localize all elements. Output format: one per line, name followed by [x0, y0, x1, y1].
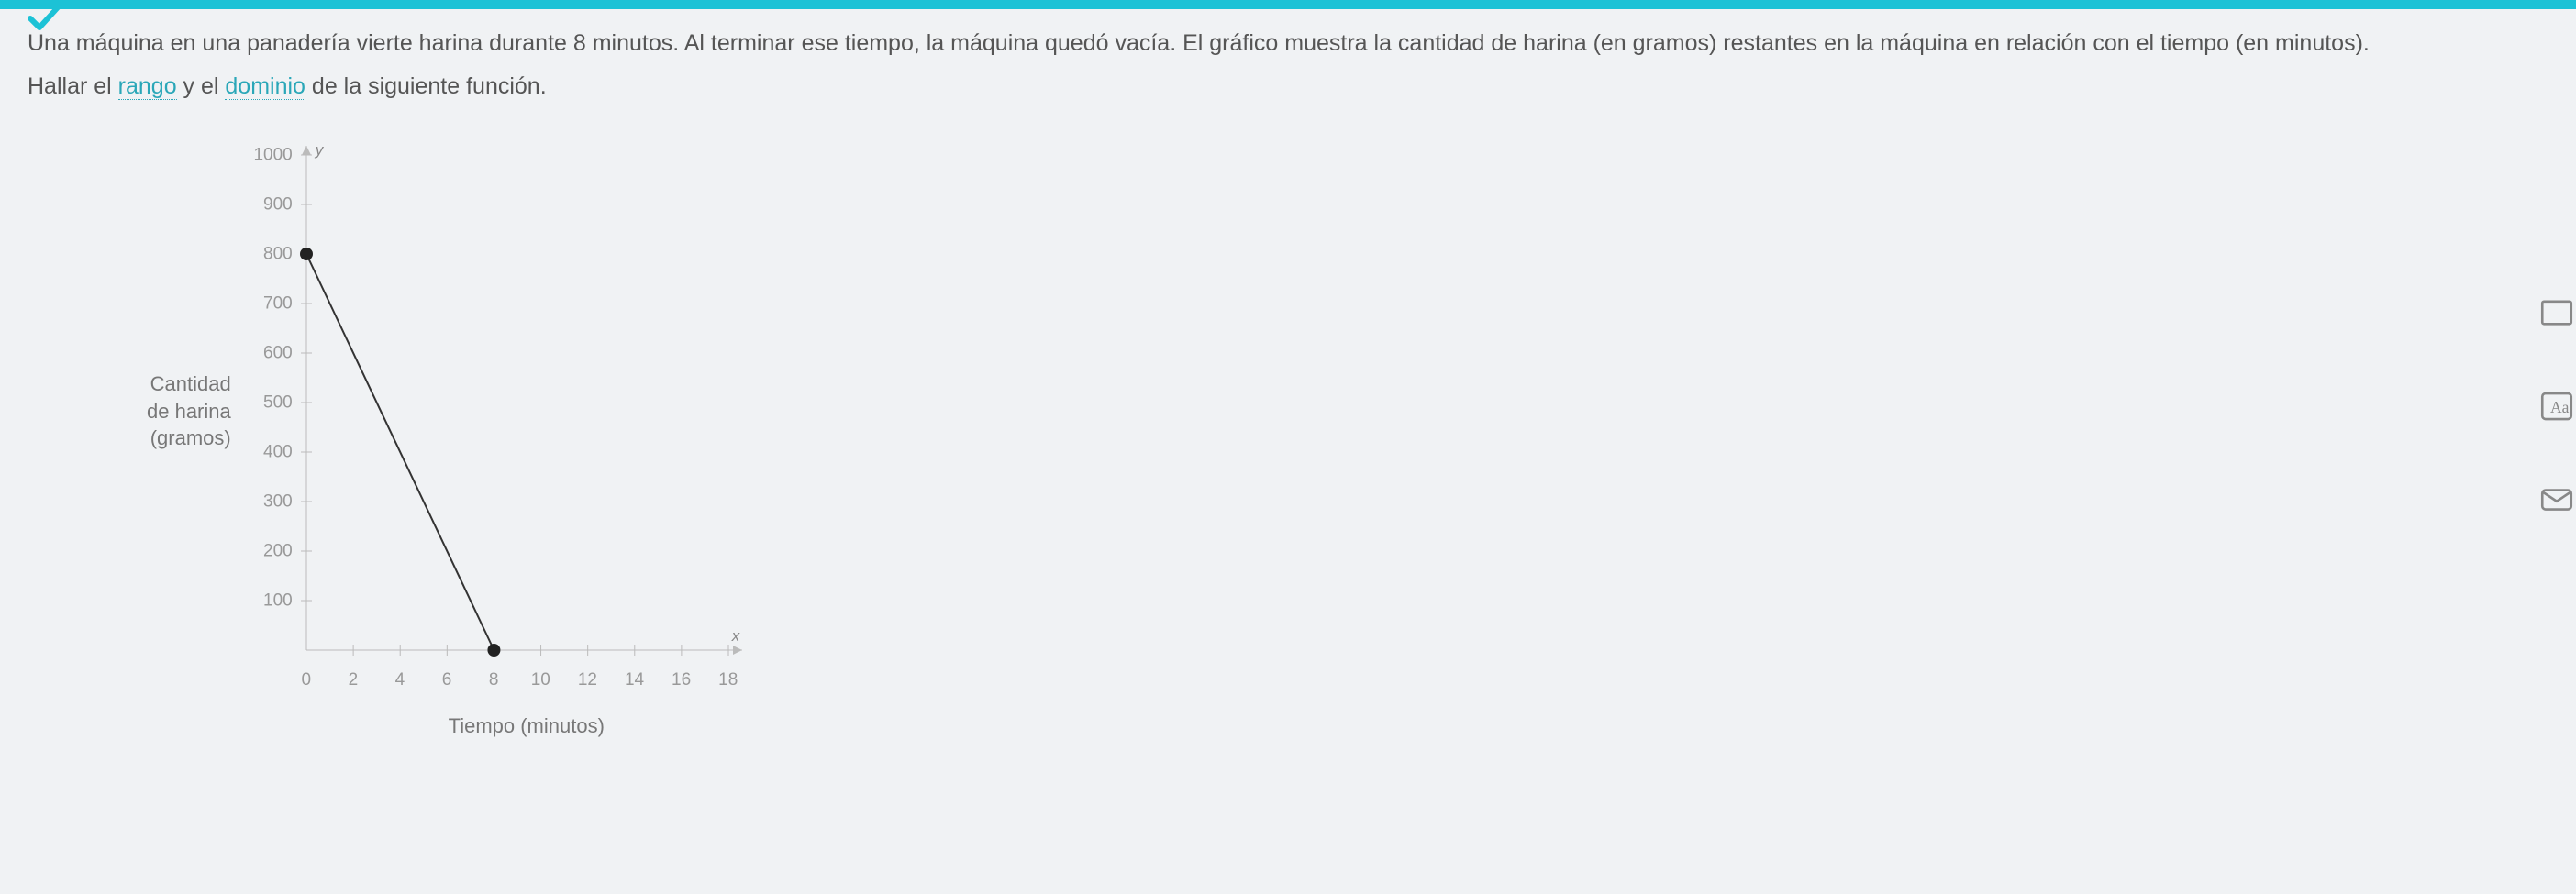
chart-svg: [242, 137, 756, 705]
x-tick-10: 10: [531, 667, 550, 693]
problem-question: Hallar el rango y el dominio de la sigui…: [28, 69, 2539, 105]
side-toolbar: Aa: [2537, 293, 2576, 519]
y-tick-500: 500: [263, 389, 293, 415]
y-axis-label: Cantidad de harina (gramos): [147, 370, 231, 452]
y-tick-100: 100: [263, 587, 293, 613]
x-var-label: x: [732, 624, 740, 648]
y-tick-900: 900: [263, 191, 293, 217]
checkmark-icon: [26, 2, 62, 39]
x-tick-6: 6: [442, 667, 452, 693]
x-tick-16: 16: [672, 667, 691, 693]
ylabel-l3: (gramos): [147, 425, 231, 452]
window-icon[interactable]: [2537, 293, 2576, 332]
link-rango[interactable]: rango: [118, 73, 177, 100]
x-tick-2: 2: [349, 667, 359, 693]
y-tick-200: 200: [263, 537, 293, 564]
ylabel-l2: de harina: [147, 398, 231, 425]
y-tick-800: 800: [263, 240, 293, 267]
x-axis-label: Tiempo (minutos): [297, 711, 756, 742]
problem-content: Una máquina en una panadería vierte hari…: [0, 9, 2576, 742]
mail-icon[interactable]: [2537, 480, 2576, 519]
y-var-label: y: [316, 138, 324, 162]
q-post: de la siguiente función.: [305, 73, 547, 99]
chart-plot-area: 100 200 300 400 500 600 700 800 900 1000 0 2 4 6 8 10 12…: [242, 137, 756, 705]
y-tick-1000: 1000: [253, 141, 292, 168]
q-pre: Hallar el: [28, 73, 118, 99]
ylabel-l1: Cantidad: [147, 370, 231, 398]
x-tick-0: 0: [301, 667, 311, 693]
x-tick-12: 12: [578, 667, 597, 693]
x-tick-4: 4: [395, 667, 405, 693]
font-icon[interactable]: Aa: [2537, 387, 2576, 425]
svg-text:Aa: Aa: [2550, 398, 2570, 416]
x-tick-8: 8: [489, 667, 499, 693]
top-accent-bar: [0, 0, 2576, 9]
problem-statement: Una máquina en una panadería vierte hari…: [28, 26, 2539, 61]
q-mid: y el: [177, 73, 226, 99]
y-tick-600: 600: [263, 339, 293, 366]
link-dominio[interactable]: dominio: [225, 73, 305, 100]
y-tick-700: 700: [263, 290, 293, 316]
chart-container: Cantidad de harina (gramos) 100200300400…: [147, 137, 2539, 742]
x-tick-18: 18: [718, 667, 738, 693]
x-tick-14: 14: [625, 667, 644, 693]
y-tick-300: 300: [263, 488, 293, 514]
y-tick-400: 400: [263, 438, 293, 465]
